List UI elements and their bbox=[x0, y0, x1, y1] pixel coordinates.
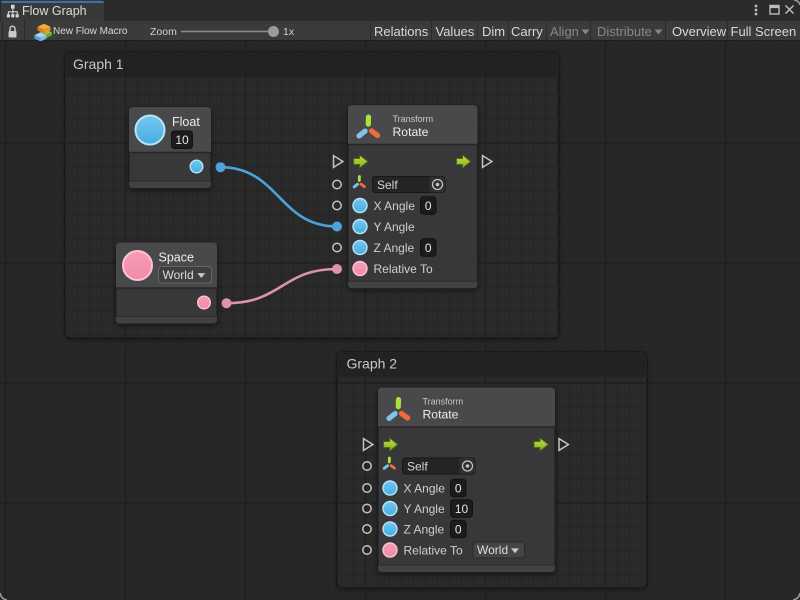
svg-text:0: 0 bbox=[425, 199, 432, 213]
svg-text:Rotate: Rotate bbox=[423, 408, 459, 422]
svg-text:Relative To: Relative To bbox=[404, 543, 463, 557]
svg-text:0: 0 bbox=[425, 241, 432, 255]
svg-text:Self: Self bbox=[377, 178, 398, 192]
svg-text:Y Angle: Y Angle bbox=[404, 502, 445, 516]
svg-text:Transform: Transform bbox=[393, 114, 434, 124]
svg-text:Graph 2: Graph 2 bbox=[347, 356, 398, 372]
svg-text:Self: Self bbox=[407, 459, 428, 473]
svg-text:X Angle: X Angle bbox=[374, 199, 416, 213]
svg-text:Transform: Transform bbox=[423, 397, 464, 407]
svg-text:World: World bbox=[163, 268, 194, 282]
svg-text:10: 10 bbox=[455, 502, 469, 516]
svg-text:10: 10 bbox=[175, 133, 189, 147]
svg-text:Z Angle: Z Angle bbox=[374, 241, 415, 255]
svg-text:Y Angle: Y Angle bbox=[374, 220, 415, 234]
svg-text:World: World bbox=[477, 543, 508, 557]
svg-text:Relative To: Relative To bbox=[374, 262, 433, 276]
svg-text:X Angle: X Angle bbox=[404, 481, 446, 495]
svg-text:Graph 1: Graph 1 bbox=[73, 56, 124, 72]
svg-text:Float: Float bbox=[172, 115, 200, 129]
svg-text:0: 0 bbox=[455, 481, 462, 495]
svg-text:0: 0 bbox=[455, 522, 462, 536]
svg-text:Z Angle: Z Angle bbox=[404, 522, 445, 536]
svg-text:Rotate: Rotate bbox=[393, 125, 429, 139]
svg-text:Space: Space bbox=[159, 251, 194, 265]
